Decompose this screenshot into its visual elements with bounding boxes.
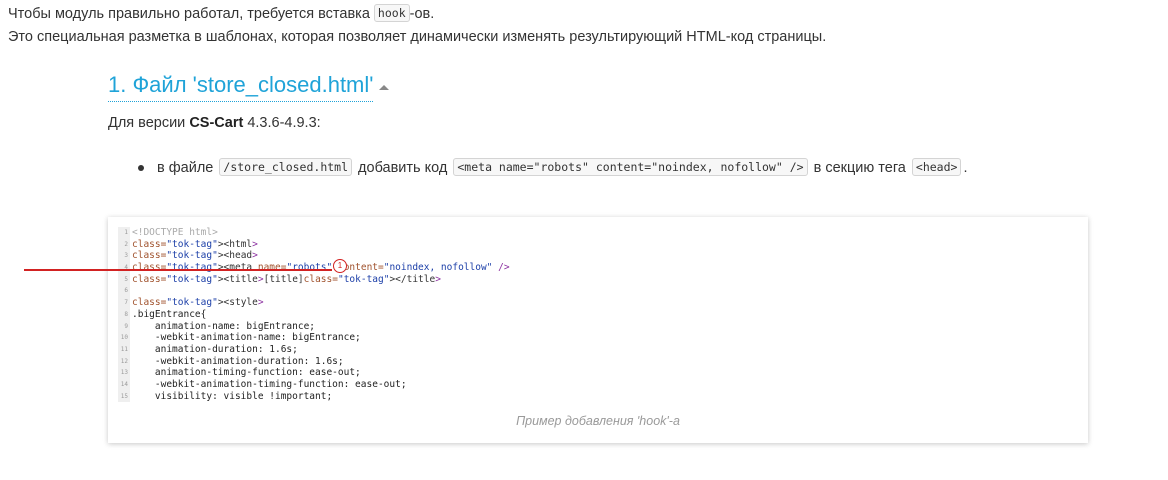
bullet-text-2: добавить код [354, 160, 452, 176]
code-line: 9 animation-name: bigEntrance; [118, 320, 578, 333]
file-path-code: /store_closed.html [219, 158, 353, 176]
line-number: 5 [118, 273, 130, 286]
code-text: <!DOCTYPE html> [132, 227, 218, 238]
code-text: animation-timing-function: ease-out; [132, 367, 361, 379]
list-item: в файле /store_closed.html добавить код … [138, 158, 968, 176]
line-number: 15 [118, 390, 130, 403]
code-text: class="tok-tag"><head> [132, 250, 258, 262]
code-text: -webkit-animation-duration: 1.6s; [132, 355, 344, 367]
section-heading[interactable]: 1. Файл 'store_closed.html' [108, 70, 390, 102]
code-example-figure: 1 <!DOCTYPE html> 2 class="tok-tag"><html> 3… [108, 217, 1088, 443]
code-line: 12 -webkit-animation-duration: 1.6s; [118, 355, 578, 368]
instruction-list: в файле /store_closed.html добавить код … [138, 158, 968, 176]
intro-line-1: Чтобы модуль правильно работал, требуетс… [8, 2, 826, 25]
code-line: 3 class="tok-tag"><head> [118, 250, 578, 263]
line-number: 13 [118, 367, 130, 379]
section-title[interactable]: 1. Файл 'store_closed.html' [108, 70, 374, 102]
code-line: 11 animation-duration: 1.6s; [118, 343, 578, 356]
bullet-text: в файле /store_closed.html добавить код … [157, 158, 968, 176]
bullet-icon [138, 165, 144, 171]
code-text: class="tok-tag"><style> [132, 297, 264, 309]
code-line: 13 animation-timing-function: ease-out; [118, 367, 578, 379]
code-text: .bigEntrance{ [132, 308, 207, 320]
intro-line-1-text: Чтобы модуль правильно работал, требуетс… [8, 6, 374, 22]
line-number: 10 [118, 332, 130, 344]
version-range: 4.3.6-4.9.3: [243, 115, 321, 131]
collapse-caret-icon[interactable] [379, 84, 390, 90]
intro-line-2: Это специальная разметка в шаблонах, кот… [8, 29, 827, 45]
bullet-text-3: в секцию тега [809, 160, 910, 176]
code-line: 1 <!DOCTYPE html> [118, 227, 578, 239]
code-text: animation-duration: 1.6s; [132, 343, 298, 355]
meta-tag-code: <meta name="robots" content="noindex, no… [453, 158, 808, 176]
code-line: 8 .bigEntrance{ [118, 308, 578, 321]
line-number: 7 [118, 297, 130, 309]
version-product: CS-Cart [189, 115, 244, 131]
annotation-marker: 1 [333, 259, 347, 273]
code-line: 15 visibility: visible !important; [118, 390, 578, 403]
head-tag-code: <head> [911, 158, 962, 176]
code-line: 14 -webkit-animation-timing-function: ea… [118, 378, 578, 391]
intro-text: Чтобы модуль правильно работал, требуетс… [8, 2, 826, 49]
code-line: 6 [118, 285, 578, 298]
intro-line-1-suffix: -ов. [409, 6, 435, 22]
bullet-text-1: в файле [157, 160, 218, 176]
line-number: 14 [118, 378, 130, 391]
line-number: 1 [118, 227, 130, 239]
figure-caption: Пример добавления 'hook'-а [516, 414, 680, 428]
code-text: -webkit-animation-timing-function: ease-… [132, 378, 407, 390]
version-line: Для версии CS-Cart 4.3.6-4.9.3: [108, 115, 321, 131]
line-number: 8 [118, 308, 130, 321]
code-text: -webkit-animation-name: bigEntrance; [132, 332, 361, 344]
code-line: 10 -webkit-animation-name: bigEntrance; [118, 332, 578, 344]
bullet-text-4: . [963, 160, 968, 176]
line-number: 12 [118, 355, 130, 368]
code-text: class="tok-tag"><title>[title]class="tok… [132, 273, 441, 285]
code-text: class="tok-tag"><meta name="robots" cont… [132, 262, 510, 274]
code-line: 5 class="tok-tag"><title>[title]class="to… [118, 273, 578, 286]
line-number: 2 [118, 238, 130, 251]
code-screenshot: 1 <!DOCTYPE html> 2 class="tok-tag"><html> 3… [118, 227, 578, 403]
line-number: 11 [118, 343, 130, 356]
line-number: 6 [118, 285, 130, 298]
line-number: 9 [118, 320, 130, 333]
code-line: 2 class="tok-tag"><html> [118, 238, 578, 251]
code-text: visibility: visible !important; [132, 390, 333, 402]
code-line: 7 class="tok-tag"><style> [118, 297, 578, 309]
code-line: 4 class="tok-tag"><meta name="robots" con… [118, 262, 578, 274]
line-number: 3 [118, 250, 130, 263]
version-prefix: Для версии [108, 115, 190, 131]
highlight-underline [24, 269, 332, 271]
hook-code: hook [373, 4, 410, 22]
code-text: animation-name: bigEntrance; [132, 320, 316, 332]
line-number: 4 [118, 262, 130, 274]
code-text: class="tok-tag"><html> [132, 238, 258, 250]
